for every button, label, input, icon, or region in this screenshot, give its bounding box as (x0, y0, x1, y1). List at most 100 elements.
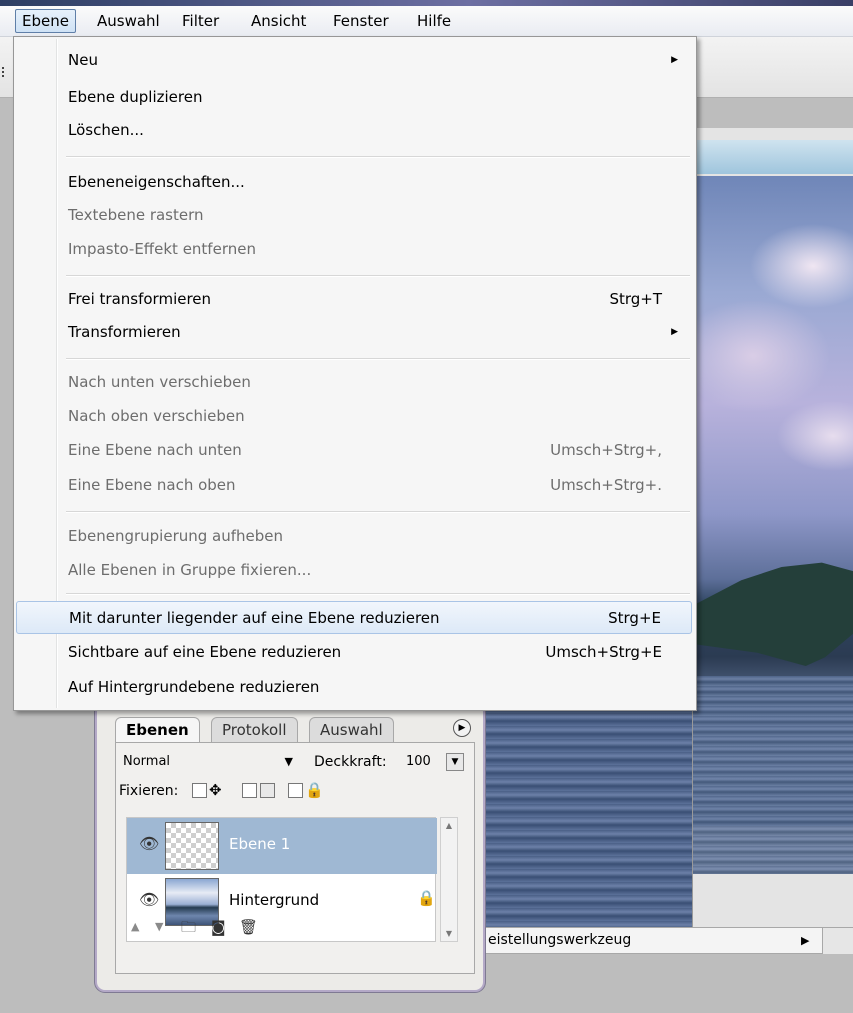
menu-fenster[interactable]: Fenster (327, 9, 395, 33)
menu-item-label: Sichtbare auf eine Ebene reduzieren (68, 643, 342, 661)
menu-item-shortcut: Umsch+Strg+. (550, 476, 662, 494)
menu-item-label: Mit darunter liegender auf eine Ebene re… (69, 609, 440, 627)
lock-icon: 🔒 (305, 781, 324, 799)
eye-icon[interactable]: 👁 (139, 890, 159, 909)
menu-filter[interactable]: Filter (176, 9, 225, 33)
document-canvas[interactable] (693, 176, 853, 874)
status-arrow-icon[interactable]: ▶ (801, 928, 809, 953)
opacity-label: Deckkraft: (314, 754, 387, 770)
menu-item-neu[interactable]: Neu ▶ (16, 44, 692, 77)
menu-item-label: Alle Ebenen in Gruppe fixieren... (68, 561, 312, 579)
menu-item-auf-hintergrund-reduzieren[interactable]: Auf Hintergrundebene reduzieren (16, 671, 692, 704)
layer-name: Ebene 1 (229, 835, 291, 853)
lock-position-checkbox[interactable] (192, 783, 207, 798)
new-layer-icon[interactable]: ◙ (211, 916, 226, 938)
lock-label: Fixieren: (119, 783, 179, 799)
menu-item-label: Nach oben verschieben (68, 407, 245, 425)
menu-hilfe[interactable]: Hilfe (411, 9, 457, 33)
new-folder-icon[interactable]: 🗀 (181, 916, 196, 938)
menu-item-mit-darunter-liegender-reduzieren[interactable]: Mit darunter liegender auf eine Ebene re… (16, 601, 692, 634)
tab-ebenen[interactable]: Ebenen (115, 717, 200, 743)
blend-mode-select[interactable]: Normal ▼ (119, 751, 299, 773)
scroll-up-icon[interactable]: ▲ (441, 821, 457, 830)
menu-item-shortcut: Umsch+Strg+E (545, 643, 662, 661)
menu-ebene[interactable]: Ebene (15, 9, 76, 33)
opacity-dropdown-icon[interactable]: ▼ (446, 753, 464, 771)
menu-item-ebene-nach-oben[interactable]: Eine Ebene nach oben Umsch+Strg+. (16, 469, 692, 502)
menu-separator (66, 511, 690, 513)
transparency-icon (260, 783, 275, 798)
lock-icon: 🔒 (417, 889, 436, 907)
canvas-hill (693, 562, 853, 666)
menu-item-label: Impasto-Effekt entfernen (68, 240, 256, 258)
layer-row-ebene-1[interactable]: 👁 Ebene 1 (127, 818, 437, 874)
menu-item-label: Nach unten verschieben (68, 373, 251, 391)
palette-menu-icon[interactable]: ▶ (453, 719, 471, 737)
layer-thumbnail (165, 822, 219, 870)
menu-item-impasto-entfernen[interactable]: Impasto-Effekt entfernen (16, 233, 692, 266)
palette-footer: ▲ ▼ 🗀 ◙ 🗑 (115, 916, 435, 938)
menu-item-textebene-rastern[interactable]: Textebene rastern (16, 199, 692, 232)
menu-item-shortcut: Strg+T (609, 290, 662, 308)
menubar: Ebene Auswahl Filter Ansicht Fenster Hil… (0, 6, 853, 37)
ebene-dropdown-menu: Neu ▶ Ebene duplizieren Löschen... Ebene… (13, 36, 697, 711)
chevron-down-icon: ▼ (284, 755, 293, 768)
menu-separator (66, 593, 690, 595)
menu-item-gruppe-fixieren[interactable]: Alle Ebenen in Gruppe fixieren... (16, 554, 692, 587)
lock-all-checkbox[interactable] (288, 783, 303, 798)
menu-item-sichtbare-reduzieren[interactable]: Sichtbare auf eine Ebene reduzieren Umsc… (16, 636, 692, 669)
menu-item-label: Textebene rastern (68, 206, 204, 224)
layer-name: Hintergrund (229, 891, 320, 909)
menu-item-label: Ebeneneigenschaften... (68, 173, 245, 191)
menu-item-gruppierung-aufheben[interactable]: Ebenengrupierung aufheben (16, 520, 692, 553)
menu-item-shortcut: Umsch+Strg+, (550, 441, 662, 459)
options-bar-grip[interactable] (2, 67, 7, 77)
submenu-arrow-icon: ▶ (671, 55, 678, 65)
menu-item-transformieren[interactable]: Transformieren ▶ (16, 316, 692, 349)
move-up-icon[interactable]: ▲ (131, 916, 139, 938)
tab-auswahl[interactable]: Auswahl (309, 717, 394, 743)
menu-item-frei-transformieren[interactable]: Frei transformieren Strg+T (16, 283, 692, 316)
palette-body: Normal ▼ Deckkraft: 100 ▼ Fixieren: ✥ 🔒 … (115, 742, 475, 974)
palette-tabs: Ebenen Protokoll Auswahl (115, 717, 475, 743)
menu-item-ebeneneigenschaften[interactable]: Ebeneneigenschaften... (16, 166, 692, 199)
menu-item-ebene-nach-unten[interactable]: Eine Ebene nach unten Umsch+Strg+, (16, 434, 692, 467)
eye-icon[interactable]: 👁 (139, 834, 159, 853)
scroll-down-icon[interactable]: ▼ (441, 929, 457, 938)
move-down-icon[interactable]: ▼ (155, 916, 163, 938)
menu-item-label: Neu (68, 51, 98, 69)
layers-palette: Ebenen Protokoll Auswahl ▶ Normal ▼ Deck… (95, 702, 485, 992)
canvas-water-area[interactable] (485, 700, 692, 927)
blend-mode-value: Normal (123, 754, 171, 769)
menu-item-label: Löschen... (68, 121, 144, 139)
menu-item-label: Auf Hintergrundebene reduzieren (68, 678, 320, 696)
opacity-input[interactable]: 100 (402, 751, 440, 773)
menu-separator (66, 275, 690, 277)
menu-item-nach-unten-verschieben[interactable]: Nach unten verschieben (16, 366, 692, 399)
status-bar-field[interactable]: eistellungswerkzeug ▶ (485, 927, 823, 954)
layers-scrollbar[interactable]: ▲ ▼ (440, 817, 458, 942)
menu-item-shortcut: Strg+E (608, 609, 661, 627)
tab-protokoll[interactable]: Protokoll (211, 717, 298, 743)
menu-separator (66, 156, 690, 158)
menu-item-label: Eine Ebene nach unten (68, 441, 242, 459)
menu-item-label: Ebene duplizieren (68, 88, 203, 106)
menu-item-label: Transformieren (68, 323, 181, 341)
lock-transparency-checkbox[interactable] (242, 783, 257, 798)
document-title-bar[interactable] (693, 140, 853, 174)
menu-item-ebene-duplizieren[interactable]: Ebene duplizieren (16, 81, 692, 114)
menu-item-label: Ebenengrupierung aufheben (68, 527, 284, 545)
menu-item-label: Frei transformieren (68, 290, 212, 308)
document-window (692, 128, 853, 948)
submenu-arrow-icon: ▶ (671, 327, 678, 337)
menu-ansicht[interactable]: Ansicht (245, 9, 312, 33)
menu-item-loeschen[interactable]: Löschen... (16, 114, 692, 147)
trash-icon[interactable]: 🗑 (239, 916, 258, 938)
move-icon: ✥ (209, 781, 222, 799)
menu-item-nach-oben-verschieben[interactable]: Nach oben verschieben (16, 400, 692, 433)
menu-auswahl[interactable]: Auswahl (91, 9, 166, 33)
menu-separator (66, 358, 690, 360)
status-bar-text: eistellungswerkzeug (488, 932, 632, 948)
canvas-water (693, 676, 853, 874)
status-bar-end (823, 927, 853, 954)
